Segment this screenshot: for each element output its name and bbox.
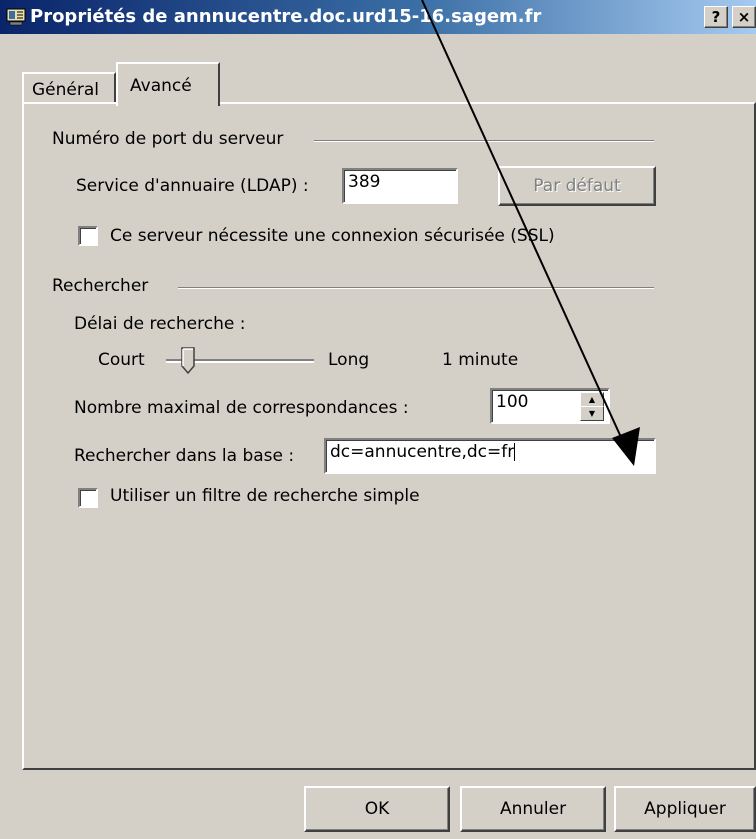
tab-avance[interactable]: Avancé (116, 62, 220, 106)
tab-avance-label: Avancé (130, 76, 192, 96)
annotation-arrow (421, 0, 640, 466)
